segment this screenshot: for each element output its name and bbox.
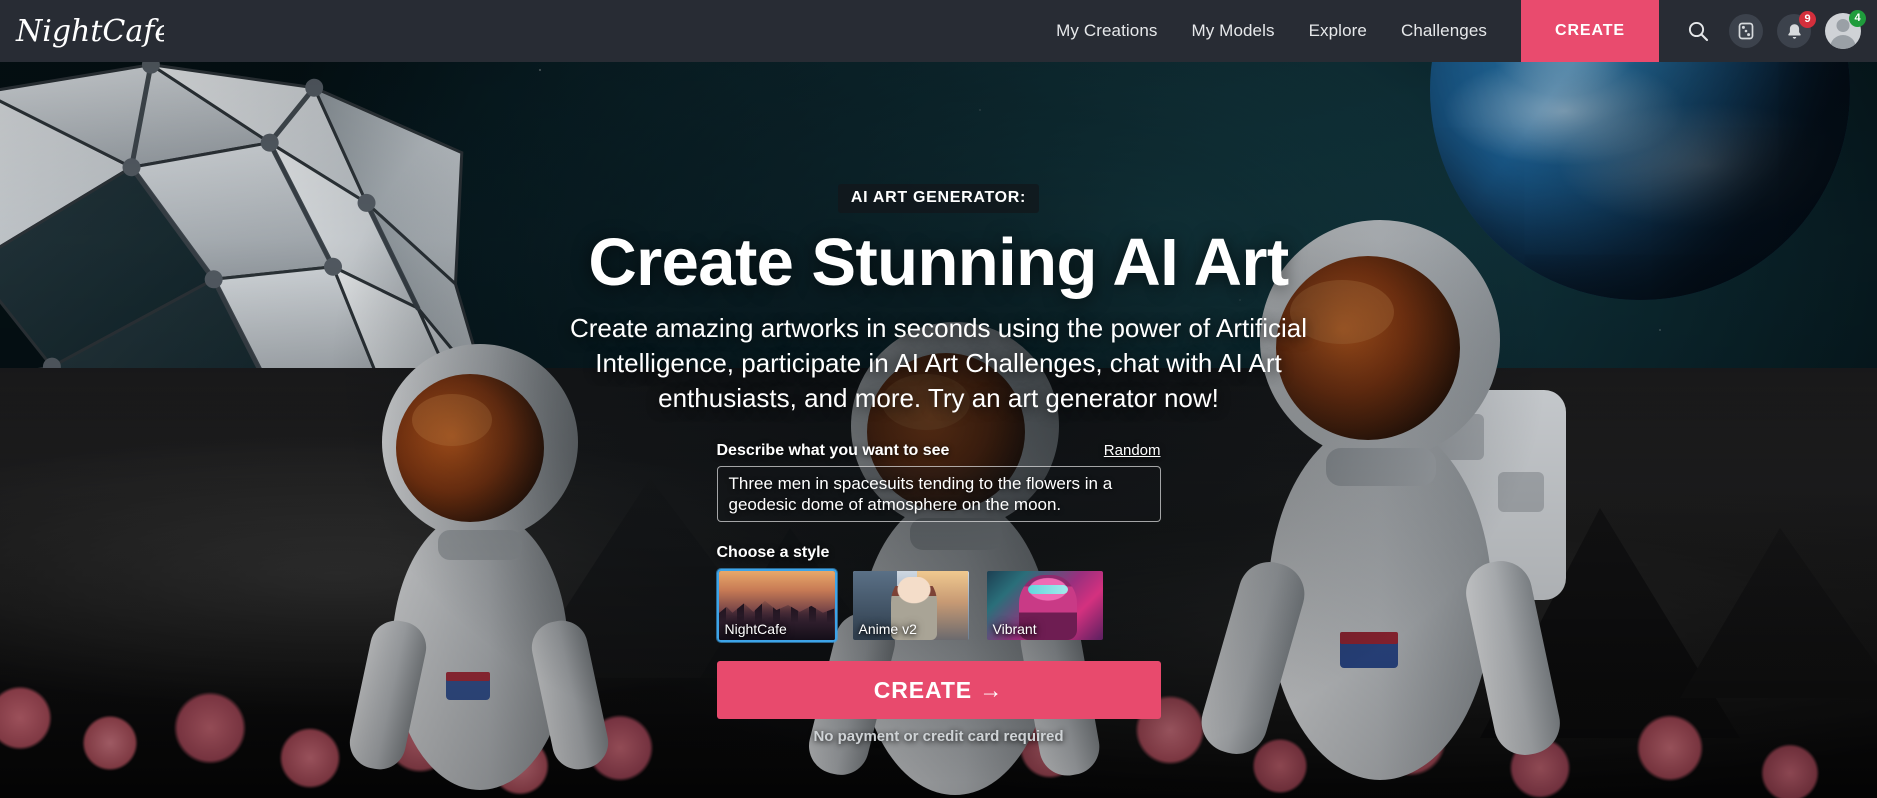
create-button[interactable]: CREATE →: [716, 661, 1161, 720]
style-selector: NightCafe Anime v2 Vibrant: [716, 569, 1161, 643]
navbar-create-button[interactable]: CREATE: [1521, 0, 1659, 62]
page-root: NightCafe My Creations My Models Explore…: [0, 0, 1877, 798]
hero-section: AI ART GENERATOR: Create Stunning AI Art…: [0, 62, 1877, 798]
navbar: NightCafe My Creations My Models Explore…: [0, 0, 1877, 62]
styles-label: Choose a style: [716, 544, 830, 562]
search-icon[interactable]: [1681, 14, 1715, 48]
nav-link-my-models[interactable]: My Models: [1192, 21, 1275, 41]
style-name: Anime v2: [858, 621, 917, 638]
navbar-icons: 9 4: [1681, 10, 1866, 49]
nav-link-challenges[interactable]: Challenges: [1401, 21, 1487, 41]
style-card-vibrant[interactable]: Vibrant: [985, 569, 1105, 642]
prompt-label: Describe what you want to see: [716, 442, 950, 460]
nightcafe-logo[interactable]: NightCafe: [14, 8, 164, 54]
prompt-input[interactable]: [716, 466, 1161, 523]
style-card-nightcafe[interactable]: NightCafe: [716, 569, 837, 643]
art-generator-form: Describe what you want to see Random Cho…: [716, 442, 1161, 746]
prompt-label-row: Describe what you want to see Random: [717, 442, 1161, 460]
notification-badge: 9: [1799, 11, 1816, 28]
payment-note: No payment or credit card required: [813, 728, 1064, 746]
dice-icon[interactable]: [1729, 14, 1763, 48]
nav-link-my-creations[interactable]: My Creations: [1056, 21, 1157, 41]
page-title: Create Stunning AI Art: [588, 225, 1289, 300]
style-name: Vibrant: [992, 621, 1037, 638]
nav-link-explore[interactable]: Explore: [1309, 21, 1367, 41]
style-card-anime-v2[interactable]: Anime v2: [851, 569, 971, 642]
random-prompt-link[interactable]: Random: [1104, 442, 1161, 459]
arrow-right-icon: →: [979, 676, 1004, 703]
style-name: NightCafe: [724, 621, 787, 638]
bell-icon[interactable]: 9: [1777, 11, 1816, 48]
avatar[interactable]: 4: [1825, 10, 1866, 49]
hero-subtitle: Create amazing artworks in seconds using…: [569, 313, 1307, 413]
eyebrow-badge: AI ART GENERATOR:: [837, 184, 1040, 213]
svg-text:NightCafe: NightCafe: [15, 14, 164, 49]
nav-links: My Creations My Models Explore Challenge…: [1056, 0, 1487, 62]
create-button-label: CREATE: [873, 676, 973, 703]
avatar-badge: 4: [1849, 10, 1866, 27]
